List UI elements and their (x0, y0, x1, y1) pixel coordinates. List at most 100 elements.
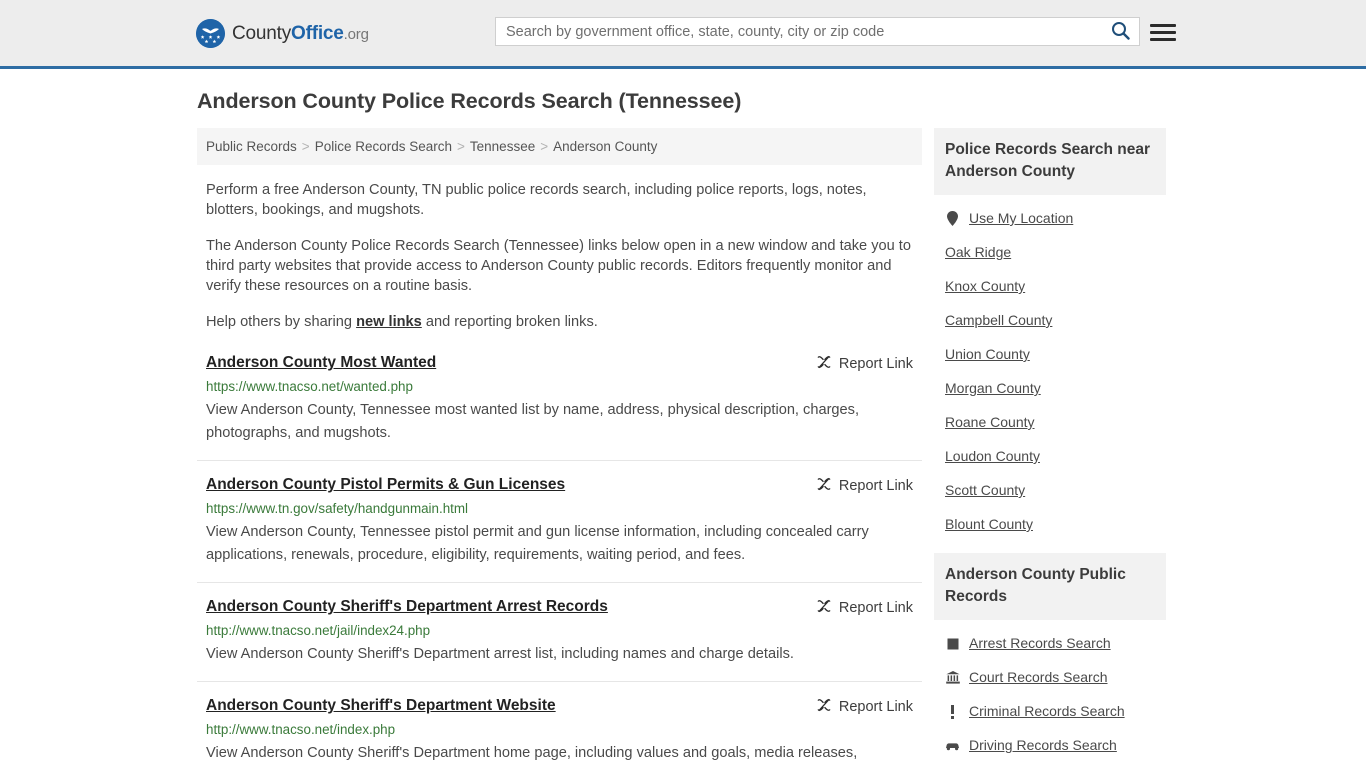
sidebar-link-label[interactable]: Driving Records Search (969, 737, 1117, 754)
sidebar-link-label[interactable]: Criminal Records Search (969, 703, 1125, 720)
report-link-button[interactable]: Report Link (816, 475, 913, 496)
intro-paragraph-3: Help others by sharing new links and rep… (206, 312, 913, 332)
broken-link-icon (816, 598, 832, 618)
brand-text-office: Office (291, 23, 344, 44)
report-link-button[interactable]: Report Link (816, 696, 913, 717)
result-description: View Anderson County Sheriff's Departmen… (206, 646, 794, 662)
report-link-button[interactable]: Report Link (816, 597, 913, 618)
result-title-link[interactable]: Anderson County Most Wanted (206, 353, 436, 373)
sidebar-link-label[interactable]: Roane County (945, 414, 1035, 431)
sidebar-item-loudon-county[interactable]: Loudon County (934, 439, 1166, 473)
sidebar-item-morgan-county[interactable]: Morgan County (934, 371, 1166, 405)
result-item: Anderson County Most Wanted Report Link (197, 353, 922, 461)
result-title-link[interactable]: Anderson County Sheriff's Department Arr… (206, 597, 608, 617)
breadcrumb-item-police-records-search[interactable]: Police Records Search (315, 139, 452, 154)
sidebar: Police Records Search near Anderson Coun… (934, 128, 1166, 768)
broken-link-icon (816, 354, 832, 374)
sidebar-nearby-list: Use My Location Oak Ridge Knox County Ca… (934, 195, 1166, 541)
sidebar-link-label[interactable]: Loudon County (945, 448, 1040, 465)
sidebar-item-criminal-records-search[interactable]: Criminal Records Search (934, 694, 1166, 728)
results-list: Anderson County Most Wanted Report Link (197, 353, 922, 768)
sidebar-link-label[interactable]: Blount County (945, 516, 1033, 533)
site-logo-link[interactable]: CountyOffice.org (196, 19, 369, 48)
result-item: Anderson County Pistol Permits & Gun Lic… (197, 475, 922, 583)
intro-paragraph-1: Perform a free Anderson County, TN publi… (206, 182, 867, 218)
sidebar-item-oak-ridge[interactable]: Oak Ridge (934, 235, 1166, 269)
sidebar-item-knox-county[interactable]: Knox County (934, 269, 1166, 303)
hamburger-bar (1150, 30, 1176, 34)
result-url: https://www.tnacso.net/wanted.php (206, 379, 413, 394)
hamburger-bar (1150, 23, 1176, 27)
intro-paragraph-2: The Anderson County Police Records Searc… (206, 238, 911, 294)
search-button[interactable] (1101, 18, 1139, 45)
sidebar-link-label[interactable]: Morgan County (945, 380, 1041, 397)
result-title-link[interactable]: Anderson County Pistol Permits & Gun Lic… (206, 475, 565, 495)
sidebar-nearby-heading: Police Records Search near Anderson Coun… (934, 128, 1166, 195)
sidebar-item-arrest-records-search[interactable]: Arrest Records Search (934, 626, 1166, 660)
result-item: Anderson County Sheriff's Department Arr… (197, 597, 922, 682)
breadcrumb-separator: > (457, 139, 465, 154)
sidebar-link-label[interactable]: Campbell County (945, 312, 1052, 329)
sidebar-item-scott-county[interactable]: Scott County (934, 473, 1166, 507)
fingerprint-square-icon (945, 638, 960, 650)
result-description: View Anderson County, Tennessee most wan… (206, 402, 860, 441)
sidebar-item-campbell-county[interactable]: Campbell County (934, 303, 1166, 337)
result-description: View Anderson County Sheriff's Departmen… (206, 745, 858, 761)
result-header: Anderson County Sheriff's Department Web… (206, 696, 913, 717)
exclamation-icon (945, 704, 960, 719)
content-columns: Public Records > Police Records Search >… (0, 128, 1366, 768)
report-link-label: Report Link (838, 356, 913, 372)
sidebar-item-roane-county[interactable]: Roane County (934, 405, 1166, 439)
page-container: Anderson County Police Records Search (T… (0, 69, 1366, 768)
sidebar-item-driving-records-search[interactable]: Driving Records Search (934, 728, 1166, 762)
map-pin-icon (945, 211, 960, 226)
sidebar-item-blount-county[interactable]: Blount County (934, 507, 1166, 541)
main-column: Public Records > Police Records Search >… (197, 128, 922, 768)
sidebar-public-records-box: Anderson County Public Records Arrest Re… (934, 553, 1166, 762)
brand-wordmark: CountyOffice.org (232, 24, 369, 43)
breadcrumb-item-anderson-county[interactable]: Anderson County (553, 139, 657, 154)
result-url: http://www.tnacso.net/index.php (206, 722, 396, 737)
breadcrumb-item-public-records[interactable]: Public Records (206, 139, 297, 154)
sidebar-nearby-box: Police Records Search near Anderson Coun… (934, 128, 1166, 541)
intro-p3-after: and reporting broken links. (421, 314, 598, 330)
sidebar-link-label[interactable]: Scott County (945, 482, 1025, 499)
broken-link-icon (816, 697, 832, 717)
search-icon (1111, 21, 1130, 43)
result-header: Anderson County Pistol Permits & Gun Lic… (206, 475, 913, 496)
result-item: Anderson County Sheriff's Department Web… (197, 696, 922, 768)
report-link-label: Report Link (838, 600, 913, 616)
search-input[interactable] (496, 18, 1101, 45)
brand-text-county: County (232, 23, 292, 44)
sidebar-item-court-records-search[interactable]: Court Records Search (934, 660, 1166, 694)
eagle-seal-logo-icon (196, 19, 225, 48)
report-link-label: Report Link (838, 699, 913, 715)
sidebar-item-use-my-location[interactable]: Use My Location (934, 201, 1166, 235)
header-inner: CountyOffice.org (0, 0, 1366, 66)
result-url: https://www.tn.gov/safety/handgunmain.ht… (206, 501, 468, 516)
breadcrumb: Public Records > Police Records Search >… (197, 128, 922, 165)
sidebar-link-label[interactable]: Oak Ridge (945, 244, 1011, 261)
report-link-button[interactable]: Report Link (816, 353, 913, 374)
sidebar-link-label[interactable]: Knox County (945, 278, 1025, 295)
result-description: View Anderson County, Tennessee pistol p… (206, 524, 869, 563)
hamburger-menu-icon[interactable] (1150, 19, 1176, 45)
result-title-link[interactable]: Anderson County Sheriff's Department Web… (206, 696, 556, 716)
broken-link-icon (816, 476, 832, 496)
report-link-label: Report Link (838, 478, 913, 494)
result-header: Anderson County Sheriff's Department Arr… (206, 597, 913, 618)
sidebar-item-union-county[interactable]: Union County (934, 337, 1166, 371)
brand-text-org: .org (343, 26, 369, 43)
site-header: CountyOffice.org (0, 0, 1366, 69)
sidebar-link-label[interactable]: Court Records Search (969, 669, 1108, 686)
page-title: Anderson County Police Records Search (T… (197, 89, 742, 113)
sidebar-link-label[interactable]: Union County (945, 346, 1030, 363)
sidebar-public-records-heading: Anderson County Public Records (934, 553, 1166, 620)
sidebar-link-label[interactable]: Arrest Records Search (969, 635, 1111, 652)
new-links-link[interactable]: new links (356, 314, 422, 330)
breadcrumb-item-tennessee[interactable]: Tennessee (470, 139, 535, 154)
breadcrumb-separator: > (540, 139, 549, 154)
intro-p3-before: Help others by sharing (206, 314, 357, 330)
courthouse-icon (945, 671, 960, 684)
sidebar-link-label[interactable]: Use My Location (969, 210, 1073, 227)
